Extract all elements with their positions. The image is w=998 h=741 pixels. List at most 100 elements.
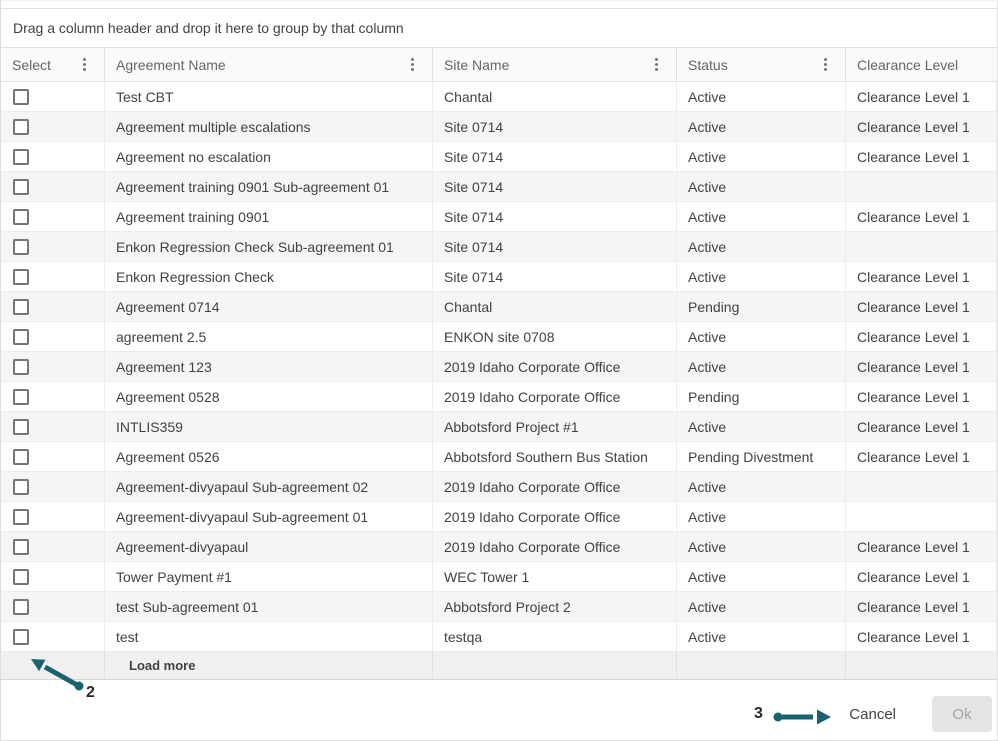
cell-clearance-level: Clearance Level 1 (846, 532, 997, 561)
cell-agreement-name: Enkon Regression Check (105, 262, 433, 291)
table-row: Agreement-divyapaul Sub-agreement 012019… (1, 502, 997, 532)
cell-clearance-level: Clearance Level 1 (846, 292, 997, 321)
table-row: Agreement training 0901 Sub-agreement 01… (1, 172, 997, 202)
cell-site-name: 2019 Idaho Corporate Office (433, 382, 677, 411)
row-checkbox[interactable] (13, 209, 29, 225)
row-checkbox[interactable] (13, 509, 29, 525)
select-cell (1, 142, 105, 171)
select-cell (1, 622, 105, 651)
row-checkbox[interactable] (13, 239, 29, 255)
cell-clearance-level: Clearance Level 1 (846, 622, 997, 651)
select-cell (1, 322, 105, 351)
column-header-label: Status (688, 57, 728, 73)
cell-status: Pending Divestment (677, 442, 846, 471)
cell-status: Active (677, 322, 846, 351)
cell-status: Active (677, 562, 846, 591)
row-checkbox[interactable] (13, 359, 29, 375)
row-checkbox[interactable] (13, 419, 29, 435)
select-cell (1, 472, 105, 501)
cell-status: Pending (677, 382, 846, 411)
group-by-drop-zone[interactable]: Drag a column header and drop it here to… (1, 9, 997, 48)
table-row: Agreement 0714ChantalPendingClearance Le… (1, 292, 997, 322)
load-more-button[interactable]: Load more (105, 658, 195, 673)
row-checkbox[interactable] (13, 389, 29, 405)
cell-agreement-name: agreement 2.5 (105, 322, 433, 351)
select-cell (1, 172, 105, 201)
table-row: Agreement 0526Abbotsford Southern Bus St… (1, 442, 997, 472)
column-menu-kebab-icon[interactable] (653, 56, 660, 73)
row-checkbox[interactable] (13, 119, 29, 135)
cell-status: Active (677, 622, 846, 651)
annotation-step-3-label: 3 (754, 705, 763, 723)
column-header-label: Clearance Level (857, 57, 958, 73)
cell-agreement-name: Tower Payment #1 (105, 562, 433, 591)
ok-button[interactable]: Ok (932, 696, 992, 732)
cell-agreement-name: Agreement no escalation (105, 142, 433, 171)
agreements-grid: Drag a column header and drop it here to… (1, 8, 997, 680)
load-more-row: Load more (1, 652, 997, 680)
cell-clearance-level: Clearance Level 1 (846, 382, 997, 411)
column-header-label: Agreement Name (116, 57, 226, 73)
cell-agreement-name: Test CBT (105, 82, 433, 111)
table-row: INTLIS359Abbotsford Project #1ActiveClea… (1, 412, 997, 442)
row-checkbox[interactable] (13, 149, 29, 165)
column-header-site[interactable]: Site Name (433, 48, 677, 81)
table-row: Enkon Regression CheckSite 0714ActiveCle… (1, 262, 997, 292)
cell-status: Active (677, 202, 846, 231)
cancel-button[interactable]: Cancel (845, 698, 900, 731)
row-checkbox[interactable] (13, 179, 29, 195)
row-checkbox[interactable] (13, 299, 29, 315)
cell-agreement-name: Enkon Regression Check Sub-agreement 01 (105, 232, 433, 261)
row-checkbox[interactable] (13, 89, 29, 105)
table-row: Agreement-divyapaul2019 Idaho Corporate … (1, 532, 997, 562)
cell-status: Active (677, 352, 846, 381)
select-cell (1, 442, 105, 471)
row-checkbox[interactable] (13, 479, 29, 495)
cell-agreement-name: test (105, 622, 433, 651)
column-header-label: Site Name (444, 57, 509, 73)
cell-clearance-level: Clearance Level 1 (846, 82, 997, 111)
cell-site-name: Site 0714 (433, 262, 677, 291)
cell-site-name: 2019 Idaho Corporate Office (433, 352, 677, 381)
table-row: Tower Payment #1WEC Tower 1ActiveClearan… (1, 562, 997, 592)
cell-site-name: Site 0714 (433, 112, 677, 141)
row-checkbox[interactable] (13, 329, 29, 345)
column-header-clearance[interactable]: Clearance Level (846, 48, 997, 81)
row-checkbox[interactable] (13, 629, 29, 645)
column-menu-kebab-icon[interactable] (409, 56, 416, 73)
cell-agreement-name: Agreement-divyapaul Sub-agreement 02 (105, 472, 433, 501)
cell-status: Active (677, 412, 846, 441)
column-header-status[interactable]: Status (677, 48, 846, 81)
table-row: Agreement multiple escalationsSite 0714A… (1, 112, 997, 142)
row-checkbox[interactable] (13, 599, 29, 615)
row-checkbox[interactable] (13, 569, 29, 585)
cell-agreement-name: Agreement 0528 (105, 382, 433, 411)
select-cell (1, 562, 105, 591)
row-checkbox[interactable] (13, 269, 29, 285)
select-cell (1, 382, 105, 411)
column-header-select[interactable]: Select (1, 48, 105, 81)
cell-status: Active (677, 502, 846, 531)
load-more-filler-cell (846, 652, 997, 679)
column-menu-kebab-icon[interactable] (81, 56, 88, 73)
cell-agreement-name: Agreement 123 (105, 352, 433, 381)
cell-site-name: ENKON site 0708 (433, 322, 677, 351)
annotation-step-2-label: 2 (86, 684, 95, 702)
table-row: test Sub-agreement 01Abbotsford Project … (1, 592, 997, 622)
select-cell (1, 202, 105, 231)
cell-status: Active (677, 532, 846, 561)
cell-agreement-name: Agreement training 0901 Sub-agreement 01 (105, 172, 433, 201)
select-cell (1, 502, 105, 531)
cell-site-name: Chantal (433, 292, 677, 321)
cell-clearance-level (846, 172, 997, 201)
column-menu-kebab-icon[interactable] (822, 56, 829, 73)
cell-clearance-level (846, 472, 997, 501)
cell-site-name: 2019 Idaho Corporate Office (433, 472, 677, 501)
cell-site-name: Site 0714 (433, 202, 677, 231)
column-header-name[interactable]: Agreement Name (105, 48, 433, 81)
cell-status: Active (677, 142, 846, 171)
row-checkbox[interactable] (13, 449, 29, 465)
select-cell (1, 82, 105, 111)
row-checkbox[interactable] (13, 539, 29, 555)
cell-clearance-level: Clearance Level 1 (846, 442, 997, 471)
